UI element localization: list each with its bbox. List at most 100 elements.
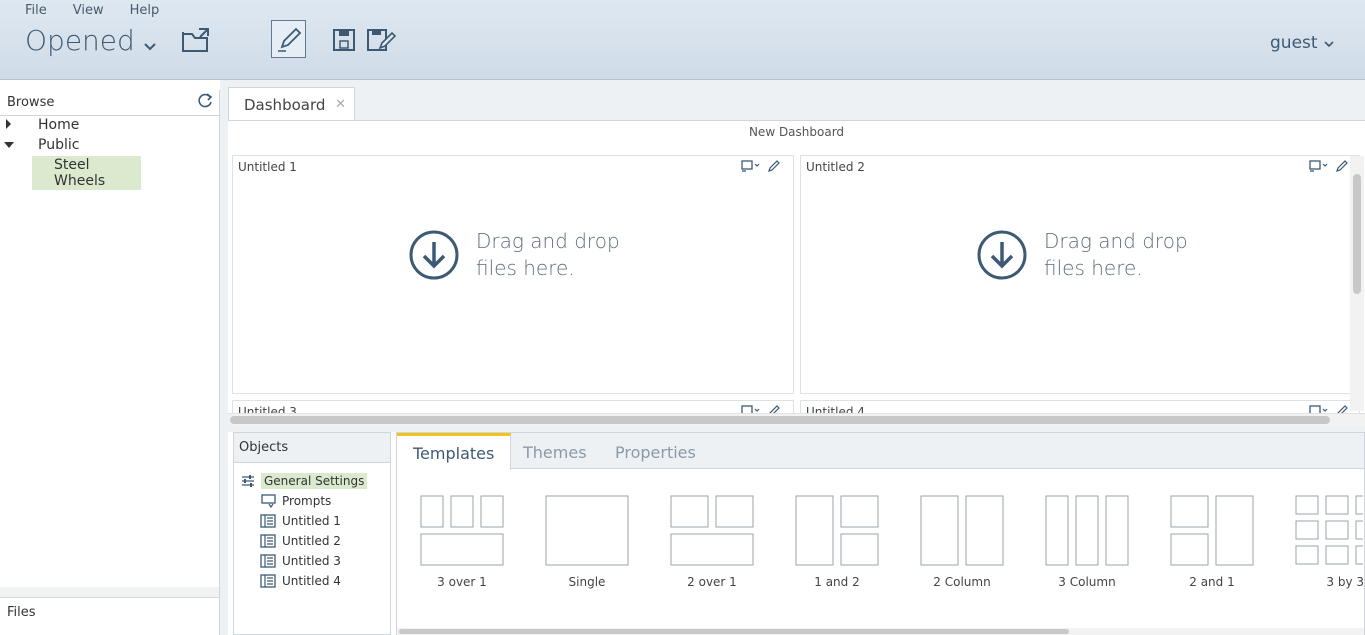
collapse-arrow-icon[interactable] xyxy=(4,142,14,148)
drop-text: Drag and drop files here. xyxy=(476,228,620,282)
template-label: 2 over 1 xyxy=(687,575,737,589)
drop-text-line1: Drag and drop xyxy=(1044,229,1188,253)
template-3-over-1[interactable] xyxy=(420,495,504,571)
panel-tools xyxy=(1309,160,1349,172)
template-label: 2 and 1 xyxy=(1189,575,1235,589)
object-label: Untitled 3 xyxy=(282,554,341,568)
edit-content-button[interactable] xyxy=(271,20,306,58)
dashboard-horizontal-scrollbar[interactable] xyxy=(228,413,1365,426)
refresh-icon[interactable] xyxy=(196,92,214,110)
template-label: 2 Column xyxy=(933,575,991,589)
folder-open-icon xyxy=(182,28,209,52)
menu-view[interactable]: View xyxy=(73,3,104,18)
save-as-button[interactable] xyxy=(366,28,398,52)
download-arrow-icon xyxy=(409,230,459,280)
panel-layout-icon xyxy=(260,534,276,548)
scrollbar-thumb[interactable] xyxy=(1353,174,1361,294)
perspective-switcher[interactable]: Opened xyxy=(25,22,157,59)
template-single[interactable] xyxy=(545,495,629,571)
dashboard-tab-bar xyxy=(228,80,1365,120)
object-label: Untitled 1 xyxy=(282,514,341,528)
panel-layout-icon xyxy=(260,514,276,528)
panel-title: Untitled 2 xyxy=(806,160,865,174)
dashboard-panel-2[interactable]: Untitled 2 Drag and drop files here. xyxy=(800,155,1360,394)
template-3-by-3[interactable] xyxy=(1295,495,1365,571)
settings-sliders-icon xyxy=(241,474,255,488)
object-untitled-3[interactable]: Untitled 3 xyxy=(260,554,341,568)
tab-templates[interactable]: Templates xyxy=(397,433,512,470)
properties-panel: Templates Themes Properties 3 over 1 Sin… xyxy=(396,432,1365,635)
save-icon xyxy=(333,29,355,51)
chart-type-icon[interactable] xyxy=(741,160,761,172)
drop-zone[interactable]: Drag and drop files here. xyxy=(976,228,1188,282)
chevron-down-icon xyxy=(1323,33,1334,53)
tab-themes[interactable]: Themes xyxy=(507,433,603,469)
menu-bar: File View Help xyxy=(25,3,185,18)
object-untitled-1[interactable]: Untitled 1 xyxy=(260,514,341,528)
app-header: File View Help Opened guest xyxy=(0,0,1365,80)
object-general-settings[interactable]: General Settings xyxy=(241,473,368,489)
panel-tools xyxy=(741,160,781,172)
save-as-icon xyxy=(367,29,397,51)
drop-zone[interactable]: Drag and drop files here. xyxy=(408,228,620,282)
tab-dashboard[interactable]: Dashboard ✕ xyxy=(228,87,355,121)
panel-layout-icon xyxy=(260,574,276,588)
files-panel: Files xyxy=(0,597,220,635)
download-arrow-icon xyxy=(977,230,1027,280)
object-label: Untitled 4 xyxy=(282,574,341,588)
object-label: Untitled 2 xyxy=(282,534,341,548)
close-icon[interactable]: ✕ xyxy=(335,97,346,112)
object-untitled-4[interactable]: Untitled 4 xyxy=(260,574,341,588)
templates-horizontal-scrollbar[interactable] xyxy=(397,628,1364,635)
tree-item-public[interactable]: Public xyxy=(38,137,79,153)
panel-splitter[interactable] xyxy=(0,587,220,597)
template-1-and-2[interactable] xyxy=(795,495,879,571)
object-label: Prompts xyxy=(282,494,332,508)
panel-title: Untitled 1 xyxy=(238,160,297,174)
tree-item-home[interactable]: Home xyxy=(38,117,79,133)
save-button[interactable] xyxy=(332,28,356,52)
objects-header: Objects xyxy=(234,433,390,463)
dashboard-panel-1[interactable]: Untitled 1 Drag and drop files here. xyxy=(232,155,794,394)
chevron-down-icon xyxy=(143,26,157,59)
files-title: Files xyxy=(7,605,36,620)
drop-text-line2: files here. xyxy=(476,256,575,280)
template-label: 3 over 1 xyxy=(437,575,487,589)
template-2-over-1[interactable] xyxy=(670,495,754,571)
open-folder-button[interactable] xyxy=(181,26,213,54)
tab-properties[interactable]: Properties xyxy=(599,433,712,469)
prompt-icon xyxy=(261,494,276,508)
pencil-icon[interactable] xyxy=(767,160,781,172)
drop-text: Drag and drop files here. xyxy=(1044,228,1188,282)
template-2-and-1[interactable] xyxy=(1170,495,1254,571)
properties-tabs: Templates Themes Properties xyxy=(397,433,1364,470)
template-label: 3 by 3 xyxy=(1326,575,1364,589)
pencil-icon xyxy=(277,27,301,52)
expand-arrow-icon[interactable] xyxy=(6,119,11,129)
user-name: guest xyxy=(1270,33,1318,53)
template-2-column[interactable] xyxy=(920,495,1004,571)
template-label: 3 Column xyxy=(1058,575,1116,589)
template-3-column[interactable] xyxy=(1045,495,1129,571)
scrollbar-thumb[interactable] xyxy=(399,629,1069,634)
panel-layout-icon xyxy=(260,554,276,568)
chart-type-icon[interactable] xyxy=(1309,160,1329,172)
drop-text-line1: Drag and drop xyxy=(476,229,620,253)
menu-file[interactable]: File xyxy=(25,3,47,18)
object-prompts[interactable]: Prompts xyxy=(261,494,331,508)
vertical-splitter[interactable] xyxy=(220,80,228,635)
dashboard-title: New Dashboard xyxy=(748,125,845,139)
dashboard-canvas: New Dashboard Untitled 1 Drag and drop f… xyxy=(228,120,1365,426)
scrollbar-thumb[interactable] xyxy=(230,416,1330,424)
tree-item-steel-wheels[interactable]: Steel Wheels xyxy=(32,156,141,190)
object-untitled-2[interactable]: Untitled 2 xyxy=(260,534,341,548)
user-menu[interactable]: guest xyxy=(1270,33,1334,53)
menu-help[interactable]: Help xyxy=(130,3,160,18)
dashboard-vertical-scrollbar[interactable] xyxy=(1350,156,1364,411)
browse-header: Browse xyxy=(0,90,219,116)
template-label: 1 and 2 xyxy=(814,575,860,589)
perspective-label: Opened xyxy=(25,24,135,57)
pencil-icon[interactable] xyxy=(1335,160,1349,172)
template-label: Single xyxy=(568,575,606,589)
tab-dashboard-label: Dashboard xyxy=(244,96,326,114)
